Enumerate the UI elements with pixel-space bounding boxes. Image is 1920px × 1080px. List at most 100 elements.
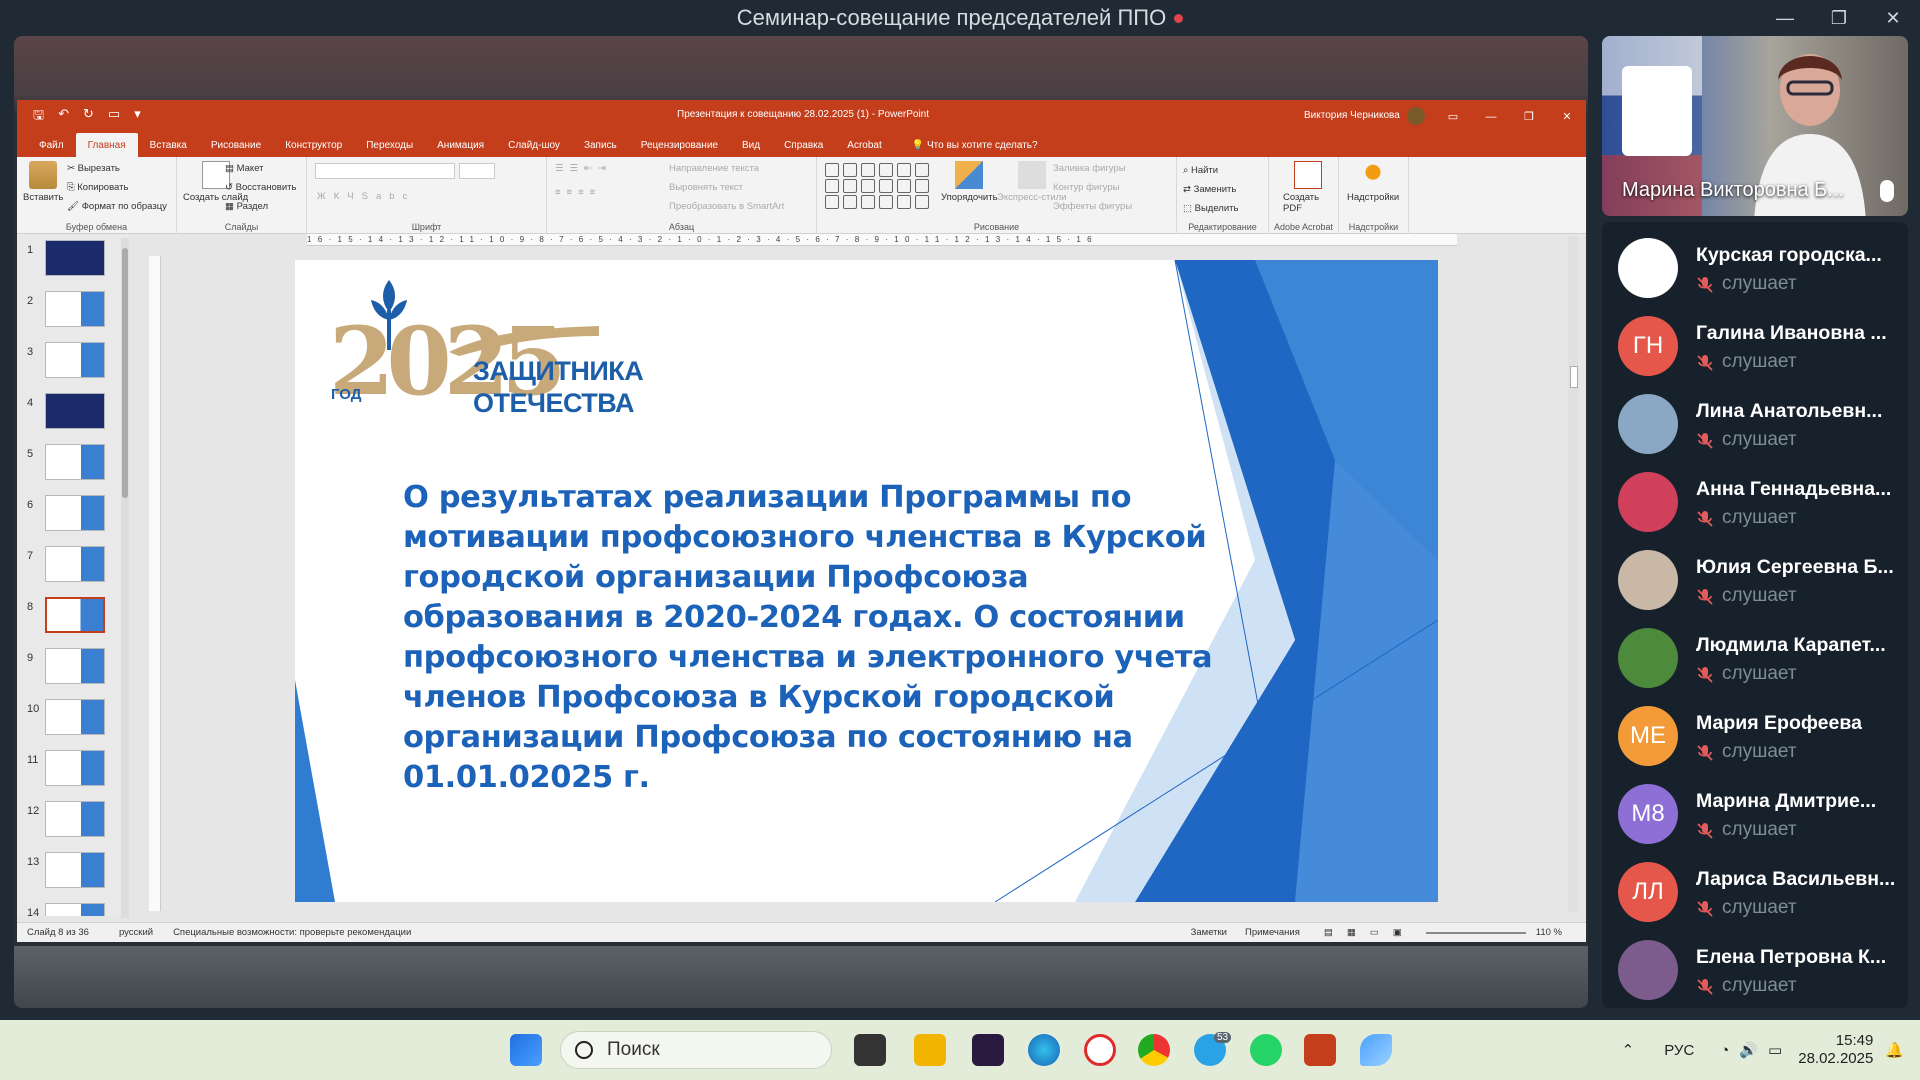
redo-icon[interactable]: ↻ bbox=[83, 106, 94, 128]
layout-button[interactable]: ▤ Макет bbox=[225, 159, 296, 178]
participant-row[interactable]: М8 Марина Дмитрие... слушает bbox=[1602, 774, 1908, 852]
ppt-minimize-icon[interactable]: — bbox=[1472, 100, 1510, 133]
cut-button[interactable]: ✂ Вырезать bbox=[67, 159, 167, 178]
account-name[interactable]: Виктория Черникова bbox=[1304, 110, 1400, 121]
participant-row[interactable]: МЕ Мария Ерофеева слушает bbox=[1602, 696, 1908, 774]
customize-qat-icon[interactable]: ▾ bbox=[134, 106, 141, 128]
start-icon[interactable] bbox=[510, 1034, 542, 1066]
tab-6[interactable]: Анимация bbox=[425, 133, 496, 157]
tab-7[interactable]: Слайд-шоу bbox=[496, 133, 572, 157]
thumbnails-scrollbar[interactable] bbox=[121, 238, 129, 918]
accessibility-status[interactable]: Специальные возможности: проверьте реком… bbox=[173, 927, 411, 938]
slide-thumbnail[interactable]: 1 bbox=[17, 238, 129, 288]
participant-row[interactable]: Курская городска... слушает bbox=[1602, 228, 1908, 306]
comments-button[interactable]: Примечания bbox=[1245, 927, 1300, 938]
close-button[interactable]: ✕ bbox=[1866, 0, 1920, 36]
clock[interactable]: 15:49 28.02.2025 bbox=[1798, 1032, 1873, 1068]
task-view-icon[interactable] bbox=[854, 1034, 886, 1066]
slide-scrollbar[interactable] bbox=[1568, 236, 1578, 912]
chrome-icon[interactable] bbox=[1138, 1034, 1170, 1066]
shape-effects-button[interactable]: Эффекты фигуры bbox=[1053, 197, 1132, 216]
align-buttons[interactable]: ≡≡≡≡ bbox=[555, 183, 601, 202]
arrange-button[interactable]: Упорядочить bbox=[941, 161, 998, 203]
reset-button[interactable]: ↺ Восстановить bbox=[225, 178, 296, 197]
ppt-restore-icon[interactable]: ❐ bbox=[1510, 100, 1548, 133]
wifi-icon[interactable]: ◔ bbox=[1720, 1042, 1729, 1059]
zoom-slider[interactable] bbox=[1425, 931, 1526, 934]
font-size-select[interactable] bbox=[459, 163, 495, 179]
section-button[interactable]: ▦ Раздел bbox=[225, 197, 296, 216]
current-slide[interactable]: 2025 ГОД ЗАЩИТНИКА ОТЕЧЕСТВА О результат… bbox=[295, 260, 1438, 902]
volume-icon[interactable]: 🔊 bbox=[1739, 1041, 1758, 1059]
tab-2[interactable]: Вставка bbox=[138, 133, 199, 157]
replace-button[interactable]: ⇄ Заменить bbox=[1183, 180, 1262, 199]
tab-10[interactable]: Вид bbox=[730, 133, 772, 157]
participant-row[interactable]: Анна Геннадьевна... слушает bbox=[1602, 462, 1908, 540]
app-icon-figma[interactable] bbox=[972, 1034, 1004, 1066]
slide-thumbnail[interactable]: 9 bbox=[17, 646, 129, 696]
notification-bell-icon[interactable]: 🔔 bbox=[1885, 1041, 1904, 1059]
participant-row[interactable]: ГН Галина Ивановна ... слушает bbox=[1602, 306, 1908, 384]
restore-button[interactable]: ❐ bbox=[1812, 0, 1866, 36]
text-direction-button[interactable]: Направление текста bbox=[669, 159, 784, 178]
align-text-button[interactable]: Выровнять текст bbox=[669, 178, 784, 197]
slide-thumbnail[interactable]: 8 bbox=[17, 595, 129, 645]
slide-thumbnail[interactable]: 6 bbox=[17, 493, 129, 543]
participant-row[interactable]: ЛЛ Лариса Васильевн... слушает bbox=[1602, 852, 1908, 930]
language-indicator[interactable]: русский bbox=[119, 927, 153, 938]
participant-row[interactable]: Юлия Сергеевна Б... слушает bbox=[1602, 540, 1908, 618]
tab-0[interactable]: Файл bbox=[27, 133, 76, 157]
slide-thumbnail[interactable]: 2 bbox=[17, 289, 129, 339]
slide-thumbnail[interactable]: 13 bbox=[17, 850, 129, 900]
participant-row[interactable]: Лина Анатольевн... слушает bbox=[1602, 384, 1908, 462]
smartart-button[interactable]: Преобразовать в SmartArt bbox=[669, 197, 784, 216]
view-buttons[interactable]: ▤▦▭▣ bbox=[1324, 927, 1416, 938]
tab-1[interactable]: Главная bbox=[75, 133, 138, 157]
tab-4[interactable]: Конструктор bbox=[273, 133, 354, 157]
notes-button[interactable]: Заметки bbox=[1191, 927, 1227, 938]
format-painter-button[interactable]: 🖌 Формат по образцу bbox=[67, 197, 167, 216]
shapes-gallery[interactable] bbox=[825, 163, 931, 209]
present-icon[interactable]: ▭ bbox=[108, 106, 120, 128]
participant-row[interactable]: Елена Петровна К... слушает bbox=[1602, 930, 1908, 1008]
tab-9[interactable]: Рецензирование bbox=[629, 133, 730, 157]
whatsapp-icon[interactable] bbox=[1250, 1034, 1282, 1066]
slide-thumbnail[interactable]: 7 bbox=[17, 544, 129, 594]
font-format-buttons[interactable]: ЖКЧSabc bbox=[317, 187, 415, 206]
yandex-browser-icon[interactable] bbox=[1084, 1034, 1116, 1066]
powerpoint-icon[interactable] bbox=[1304, 1034, 1336, 1066]
slide-thumbnail[interactable]: 4 bbox=[17, 391, 129, 441]
file-explorer-icon[interactable] bbox=[914, 1034, 946, 1066]
input-language[interactable]: РУС bbox=[1664, 1042, 1694, 1059]
slide-thumbnail[interactable]: 3 bbox=[17, 340, 129, 390]
slide-thumbnail[interactable]: 10 bbox=[17, 697, 129, 747]
taskbar-search[interactable]: Поиск bbox=[560, 1031, 832, 1069]
slide-thumbnail[interactable]: 5 bbox=[17, 442, 129, 492]
speaker-video-tile[interactable]: Марина Викторовна Б... bbox=[1602, 36, 1908, 216]
chevron-up-icon[interactable]: ⌃ bbox=[1622, 1041, 1635, 1059]
paste-button[interactable]: Вставить bbox=[23, 161, 63, 203]
save-icon[interactable]: 🖫 bbox=[33, 106, 44, 128]
tell-me-search[interactable]: 💡 Что вы хотите сделать? bbox=[912, 133, 1038, 157]
addins-button[interactable]: Надстройки bbox=[1347, 161, 1399, 203]
edge-icon[interactable] bbox=[1028, 1034, 1060, 1066]
slide-thumbnail[interactable]: 14 bbox=[17, 901, 129, 916]
tab-11[interactable]: Справка bbox=[772, 133, 835, 157]
tab-3[interactable]: Рисование bbox=[199, 133, 273, 157]
tab-12[interactable]: Acrobat bbox=[835, 133, 893, 157]
font-family-select[interactable] bbox=[315, 163, 455, 179]
battery-icon[interactable]: ▭ bbox=[1768, 1041, 1782, 1059]
slide-thumbnail[interactable]: 11 bbox=[17, 748, 129, 798]
minimize-button[interactable]: — bbox=[1758, 0, 1812, 36]
tab-8[interactable]: Запись bbox=[572, 133, 629, 157]
participant-row[interactable]: Людмила Карапет... слушает bbox=[1602, 618, 1908, 696]
create-pdf-button[interactable]: Создать PDF bbox=[1283, 161, 1332, 214]
slide-thumbnail[interactable]: 12 bbox=[17, 799, 129, 849]
shape-fill-button[interactable]: Заливка фигуры bbox=[1053, 159, 1132, 178]
find-button[interactable]: ⌕ Найти bbox=[1183, 161, 1262, 180]
account-avatar[interactable] bbox=[1407, 107, 1425, 125]
app-icon-weather[interactable] bbox=[1360, 1034, 1392, 1066]
copy-button[interactable]: ⎘ Копировать bbox=[67, 178, 167, 197]
list-buttons[interactable]: ☰☰⇤⇥ bbox=[555, 159, 612, 178]
ribbon-display-icon[interactable]: ▭ bbox=[1434, 100, 1472, 133]
